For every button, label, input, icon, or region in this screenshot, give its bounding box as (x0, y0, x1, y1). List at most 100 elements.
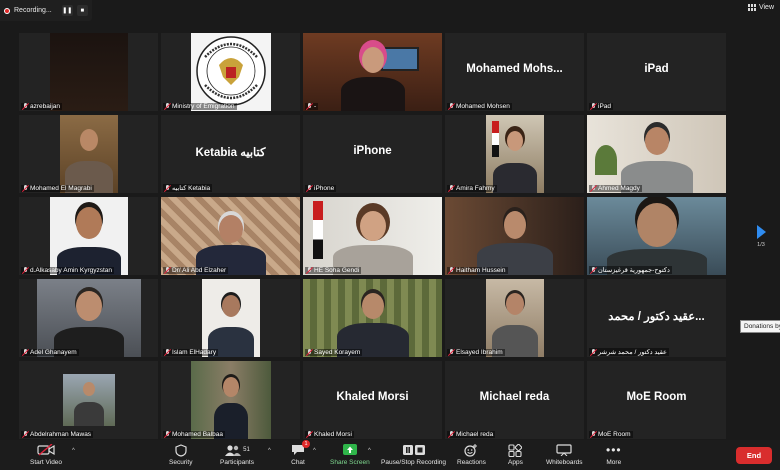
participant-name: كتابيه Ketabia (172, 185, 211, 192)
participant-video (190, 361, 271, 439)
ministry-seal-icon (195, 36, 266, 106)
participant-tile[interactable]: Abdelrahman Mawas (19, 361, 158, 439)
mic-muted-icon (448, 185, 454, 192)
participant-name-tag: azrebaijan (21, 103, 62, 110)
participant-video (303, 197, 442, 275)
participant-tile[interactable]: Michael reda Michael reda (445, 361, 584, 439)
participant-tile[interactable]: دكتوح-جمهورية قرغيزستان (587, 197, 726, 275)
participant-video (485, 279, 544, 357)
participant-name-tag: Amira Fahmy (447, 185, 497, 192)
video-options-caret-icon[interactable]: ^ (72, 448, 75, 454)
participant-tile[interactable]: عقيد دكتور / محمد... عقيد دكتور / محمد ش… (587, 279, 726, 357)
participant-name: Haitham Hussein (456, 267, 506, 274)
participant-tile[interactable]: Amira Fahmy (445, 115, 584, 193)
end-meeting-button[interactable]: End (736, 447, 772, 464)
pause-stop-recording-button[interactable]: Pause/Stop Recording (381, 443, 446, 466)
participant-tile[interactable]: Mohamed Balbaa (161, 361, 300, 439)
reactions-button[interactable]: Reactions (457, 443, 486, 466)
participant-name-tag: Haitham Hussein (447, 267, 508, 274)
start-video-button[interactable]: Start Video (30, 443, 62, 466)
participant-video (201, 279, 260, 357)
participant-tile[interactable]: Mohamed Mohs... Mohamed Mohsen (445, 33, 584, 111)
share-caret-icon[interactable]: ^ (368, 448, 371, 454)
view-button[interactable]: View (747, 4, 774, 11)
participant-tile[interactable]: Khaled Morsi Khaled Morsi (303, 361, 442, 439)
security-button[interactable]: Security (169, 443, 192, 466)
mic-muted-icon (22, 267, 28, 274)
participant-tile[interactable]: Mohamed El Magrabi (19, 115, 158, 193)
participant-tile[interactable]: Haitham Hussein (445, 197, 584, 275)
participant-name: azrebaijan (30, 103, 60, 110)
whiteboards-label: Whiteboards (546, 459, 583, 466)
chat-caret-icon[interactable]: ^ (313, 448, 316, 454)
participant-name: - (314, 103, 317, 110)
mic-muted-icon (164, 349, 170, 356)
apps-icon (508, 443, 523, 457)
participant-name: Sayed Korayem (314, 349, 361, 356)
chat-button[interactable]: 1 Chat (291, 440, 310, 466)
participant-name-tag: Elsayed Ibrahim (447, 349, 505, 356)
participant-video (36, 279, 141, 357)
participant-video (59, 115, 118, 193)
participant-tile[interactable]: Ketabia كتابيه كتابيه Ketabia (161, 115, 300, 193)
participant-tile[interactable]: Elsayed Ibrahim (445, 279, 584, 357)
tooltip: Donations by (740, 320, 780, 333)
participant-tile[interactable]: Adel Ghanayem (19, 279, 158, 357)
participant-name-tag: كتابيه Ketabia (163, 184, 213, 192)
next-page-button[interactable]: 1/3 (752, 225, 770, 248)
mic-muted-icon (306, 267, 312, 274)
participant-name: Adel Ghanayem (30, 349, 77, 356)
stop-recording-button[interactable]: ■ (76, 5, 88, 16)
mic-muted-icon (22, 431, 28, 438)
participant-name: Mohamed El Magrabi (30, 185, 92, 192)
participant-name: Islam ElHadary (172, 349, 217, 356)
participant-tile[interactable]: - (303, 33, 442, 111)
active-speaker-tile[interactable]: HE Soha Gendi (303, 197, 442, 275)
participant-tile[interactable]: iPhone iPhone (303, 115, 442, 193)
participants-caret-icon[interactable]: ^ (268, 448, 271, 454)
participant-tile[interactable]: Islam ElHadary (161, 279, 300, 357)
pause-recording-button[interactable]: ❚❚ (61, 5, 73, 16)
mic-muted-icon (306, 103, 312, 110)
participant-tile[interactable]: Ahmed Magdy (587, 115, 726, 193)
participant-display-name: MoE Room (626, 391, 687, 403)
share-screen-button[interactable]: Share Screen (330, 443, 370, 466)
mic-muted-icon (590, 103, 596, 110)
more-button[interactable]: ••• More (606, 443, 622, 466)
shield-icon (175, 443, 187, 457)
participant-tile[interactable]: iPad iPad (587, 33, 726, 111)
chevron-right-icon (756, 225, 766, 239)
participant-video (190, 33, 271, 111)
participant-name-tag: دكتوح-جمهورية قرغيزستان (589, 266, 672, 274)
participant-name: Mohamed Mohsen (456, 103, 510, 110)
participant-display-name: عقيد دكتور / محمد... (608, 311, 705, 323)
participant-display-name: Mohamed Mohs... (466, 63, 563, 75)
mic-muted-icon (306, 349, 312, 356)
whiteboards-button[interactable]: Whiteboards (546, 443, 583, 466)
participants-button[interactable]: 51 Participants (220, 443, 254, 466)
participant-tile[interactable]: Ministry of Emigration (161, 33, 300, 111)
start-video-label: Start Video (30, 459, 63, 466)
participant-name-tag: Mohamed Balbaa (163, 431, 225, 438)
apps-button[interactable]: Apps (508, 443, 523, 466)
mic-muted-icon (448, 103, 454, 110)
participant-video (49, 33, 128, 111)
mic-muted-icon (590, 185, 596, 192)
mic-muted-icon (164, 431, 170, 438)
participant-tile[interactable]: Sayed Korayem (303, 279, 442, 357)
participant-tile[interactable]: Dr/ Ali Abd Elzaher (161, 197, 300, 275)
participant-tile[interactable]: d.Alkasaby Amin Kyrgyzstan (19, 197, 158, 275)
participant-name-tag: Khaled Morsi (305, 431, 354, 438)
share-screen-icon (342, 443, 357, 457)
participant-tile[interactable]: MoE Room MoE Room (587, 361, 726, 439)
participant-tile[interactable]: azrebaijan (19, 33, 158, 111)
share-screen-label: Share Screen (330, 459, 370, 466)
participant-name-tag: عقيد دكتور / محمد شرشر (589, 348, 669, 356)
mic-muted-icon (164, 103, 170, 110)
page-count: 1/3 (757, 242, 765, 248)
mic-muted-icon (306, 431, 312, 438)
mic-muted-icon (590, 266, 596, 274)
participant-name: Michael reda (456, 431, 494, 438)
participant-name-tag: Ahmed Magdy (589, 185, 642, 192)
participant-name: Abdelrahman Mawas (30, 431, 92, 438)
